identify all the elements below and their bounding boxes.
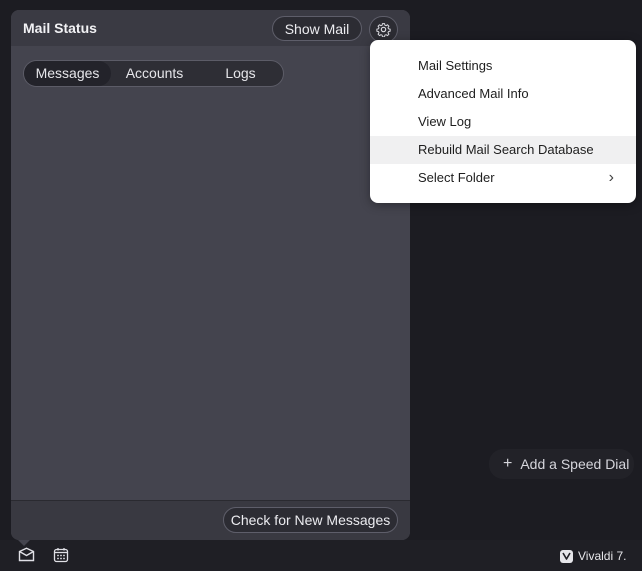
menu-item-rebuild-search-database[interactable]: Rebuild Mail Search Database — [370, 136, 636, 164]
show-mail-button[interactable]: Show Mail — [272, 16, 362, 41]
menu-item-label: Select Folder — [418, 170, 495, 185]
add-speed-dial-label: Add a Speed Dial — [520, 456, 630, 472]
menu-item-view-log[interactable]: View Log — [370, 108, 636, 136]
menu-item-label: Rebuild Mail Search Database — [418, 142, 594, 157]
check-new-messages-button[interactable]: Check for New Messages — [223, 507, 398, 533]
tab-logs[interactable]: Logs — [198, 61, 283, 86]
vivaldi-version-label: Vivaldi 7. — [578, 549, 627, 563]
calendar-icon[interactable] — [53, 547, 69, 563]
menu-item-label: View Log — [418, 114, 472, 129]
settings-button[interactable] — [369, 16, 398, 43]
tab-accounts[interactable]: Accounts — [111, 61, 198, 86]
mail-status-panel: Mail Status Show Mail Messages Accounts … — [11, 10, 410, 540]
browser-window: Mail Status Show Mail Messages Accounts … — [0, 0, 642, 571]
status-bar: Vivaldi 7. — [0, 540, 642, 571]
gear-icon — [376, 23, 391, 37]
menu-item-label: Mail Settings — [418, 58, 493, 73]
panel-pointer — [18, 540, 30, 546]
menu-item-label: Advanced Mail Info — [418, 86, 529, 101]
menu-item-advanced-mail-info[interactable]: Advanced Mail Info — [370, 80, 636, 108]
panel-footer: Check for New Messages — [11, 500, 410, 540]
vivaldi-version[interactable]: Vivaldi 7. — [560, 549, 626, 563]
chevron-right-icon: › — [608, 169, 614, 186]
panel-title: Mail Status — [23, 20, 97, 36]
plus-icon: + — [503, 455, 513, 472]
mail-status-tabs: Messages Accounts Logs — [23, 60, 284, 87]
mail-icon[interactable] — [18, 547, 35, 562]
add-speed-dial-button[interactable]: + Add a Speed Dial — [489, 449, 634, 479]
tab-messages[interactable]: Messages — [24, 61, 111, 86]
panel-header: Mail Status Show Mail — [11, 10, 410, 46]
settings-dropdown-menu: Mail Settings Advanced Mail Info View Lo… — [370, 40, 636, 203]
menu-item-select-folder[interactable]: Select Folder › — [370, 164, 636, 192]
vivaldi-logo-icon — [560, 549, 573, 563]
menu-item-mail-settings[interactable]: Mail Settings — [370, 52, 636, 80]
